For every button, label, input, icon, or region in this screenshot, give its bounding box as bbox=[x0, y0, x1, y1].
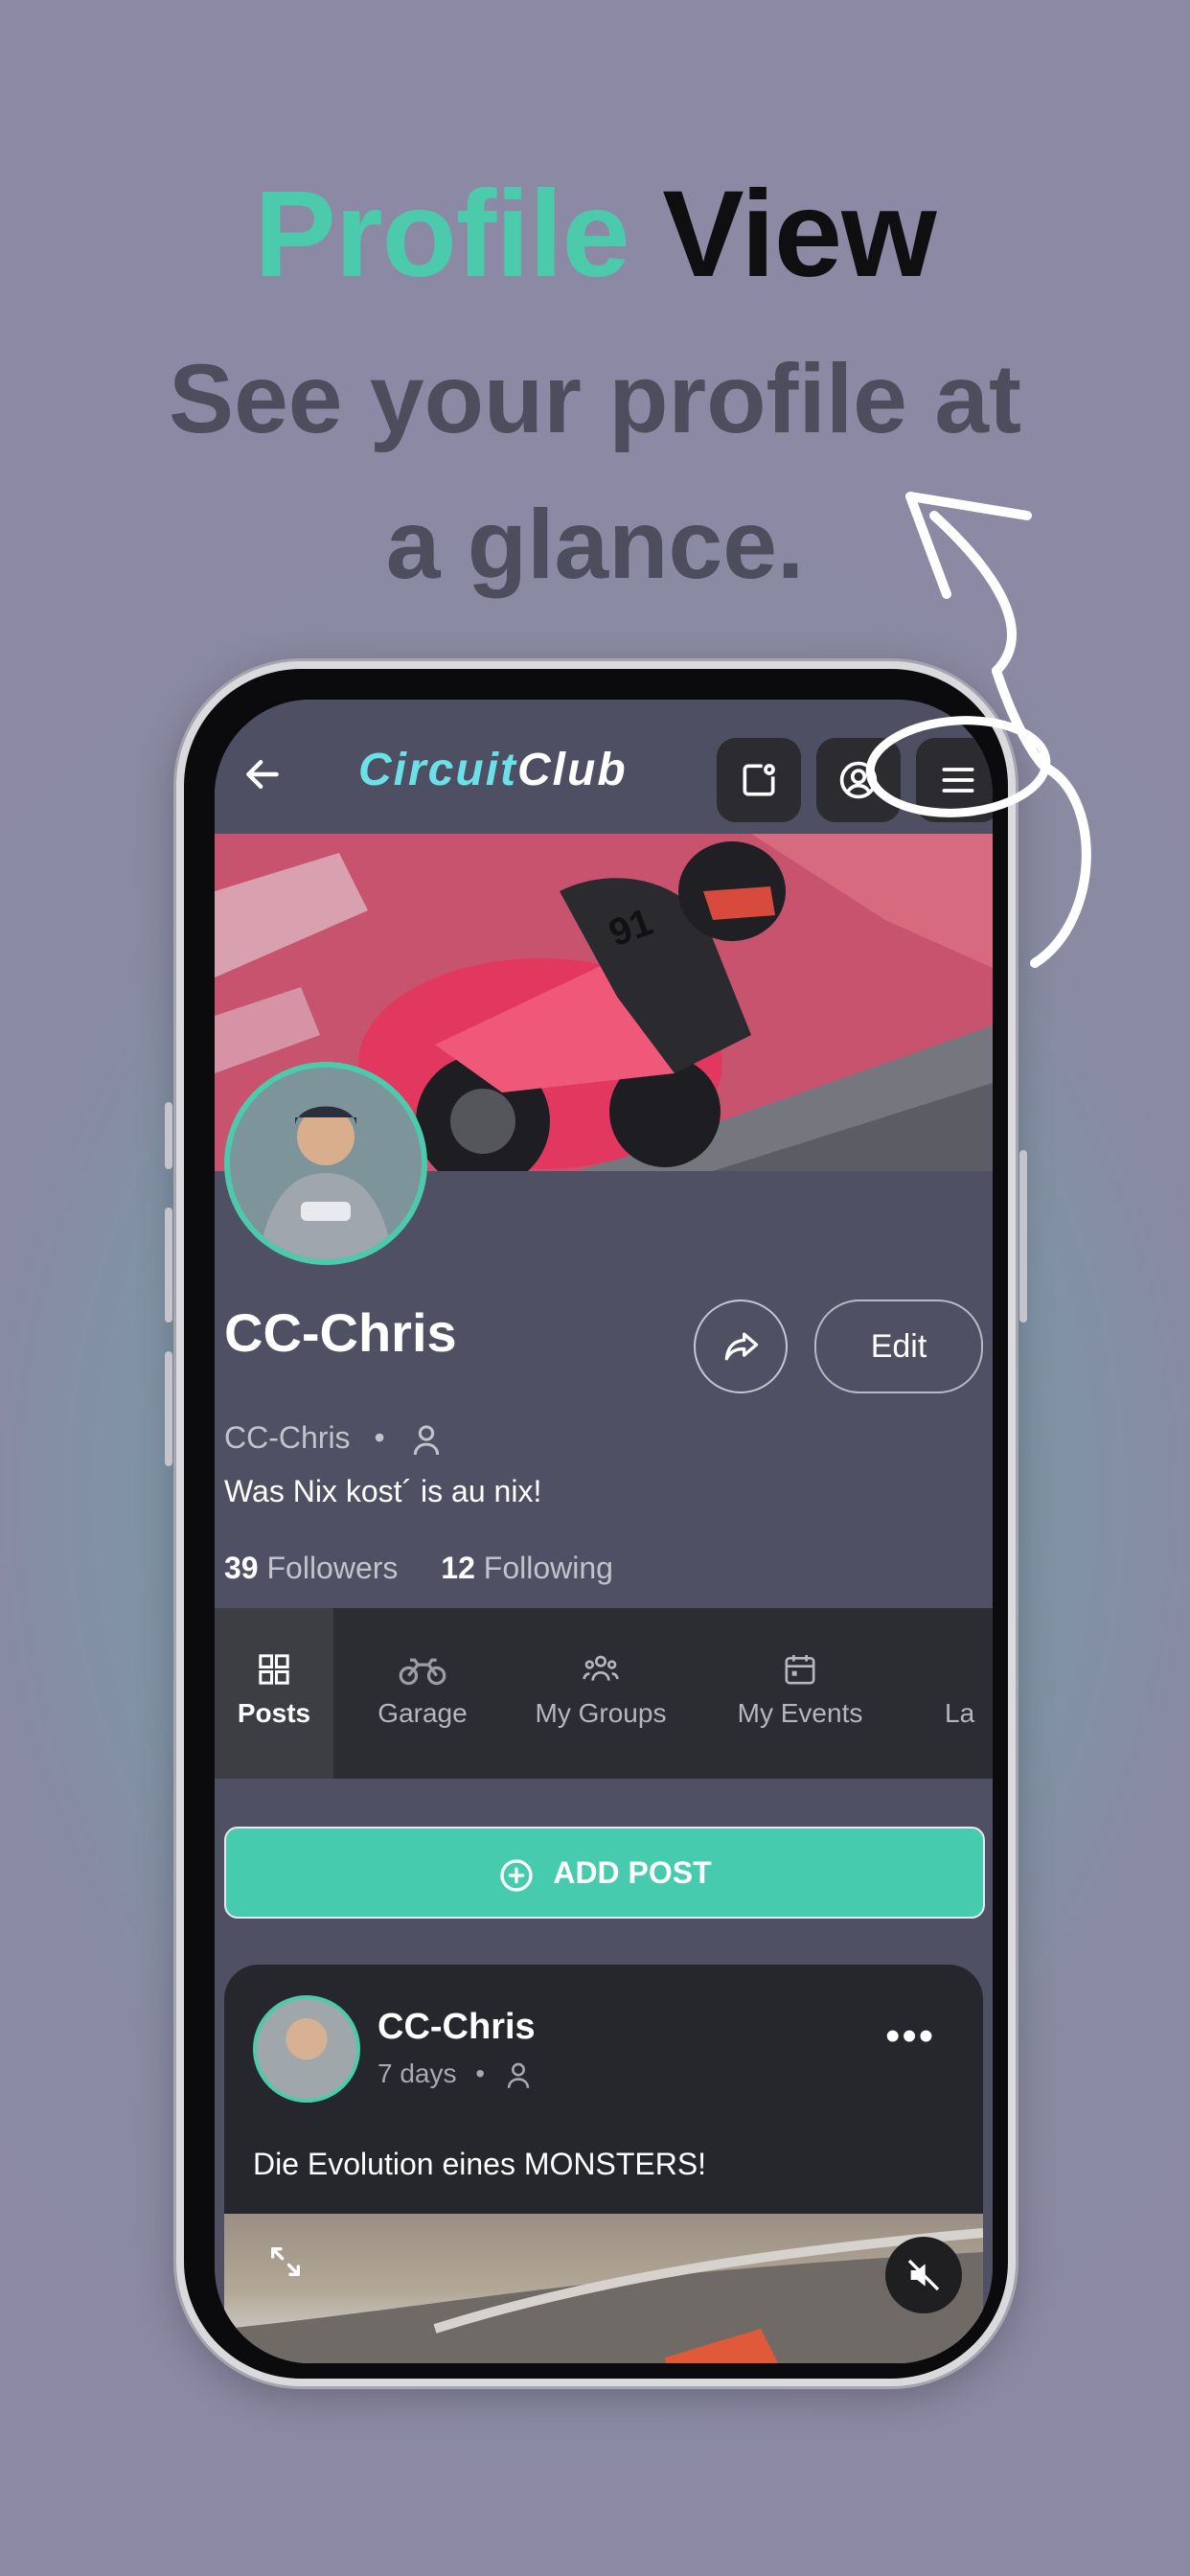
post-card: CC-Chris 7 days • ••• Die Evolution eine… bbox=[224, 1965, 983, 2363]
more-options-icon[interactable]: ••• bbox=[885, 2015, 935, 2058]
share-icon bbox=[724, 1332, 759, 1361]
promo-title-accent: Profile bbox=[254, 166, 629, 303]
tab-my-events[interactable]: My Events bbox=[719, 1608, 881, 1779]
back-arrow-icon[interactable] bbox=[226, 738, 299, 811]
post-separator-dot: • bbox=[475, 2058, 486, 2088]
person-icon bbox=[413, 1424, 439, 1455]
promo-subtitle-line1: See your profile at bbox=[169, 344, 1021, 453]
tab-partial[interactable]: La bbox=[945, 1608, 993, 1779]
logo-club: Club bbox=[517, 745, 628, 795]
profile-stats: 39 Followers 12 Following bbox=[224, 1551, 613, 1586]
person-icon bbox=[507, 2062, 530, 2088]
following-link[interactable]: 12 Following bbox=[441, 1551, 613, 1585]
expand-icon[interactable] bbox=[266, 2242, 305, 2286]
account-button[interactable] bbox=[816, 738, 901, 822]
menu-icon bbox=[942, 768, 974, 793]
tab-my-events-label: My Events bbox=[737, 1698, 863, 1728]
add-content-icon bbox=[743, 764, 775, 796]
phone-bezel: CircuitClub 91 CC-Chris Edit CC-Chris • … bbox=[184, 669, 1008, 2379]
phone-volume-up-button bbox=[165, 1208, 172, 1322]
profile-avatar-image bbox=[230, 1068, 422, 1259]
promo-title: Profile View bbox=[0, 168, 1190, 302]
app-logo: CircuitClub bbox=[358, 744, 628, 796]
promo-title-rest: View bbox=[662, 166, 936, 303]
post-author-avatar[interactable] bbox=[253, 1995, 360, 2103]
post-video-frame bbox=[224, 2228, 983, 2363]
add-content-button[interactable] bbox=[717, 738, 801, 822]
account-icon bbox=[839, 761, 878, 799]
profile-tabs: Posts Garage My Groups My Events La bbox=[215, 1608, 993, 1779]
grid-icon bbox=[259, 1654, 289, 1685]
top-bar: CircuitClub bbox=[215, 700, 993, 834]
profile-name: CC-Chris bbox=[224, 1302, 457, 1363]
add-post-button[interactable]: ADD POST bbox=[224, 1827, 985, 1919]
phone-volume-down-button bbox=[165, 1351, 172, 1466]
tab-my-groups-label: My Groups bbox=[535, 1698, 667, 1728]
phone-power-button bbox=[1019, 1150, 1027, 1322]
post-text: Die Evolution eines MONSTERS! bbox=[253, 2147, 707, 2181]
logo-circuit: Circuit bbox=[358, 745, 518, 795]
edit-profile-button[interactable]: Edit bbox=[814, 1300, 983, 1393]
following-label: Following bbox=[483, 1551, 613, 1585]
groups-icon bbox=[583, 1655, 619, 1681]
tab-posts[interactable]: Posts bbox=[215, 1608, 333, 1779]
phone-side-button bbox=[165, 1102, 172, 1169]
phone-frame: CircuitClub 91 CC-Chris Edit CC-Chris • … bbox=[165, 661, 1027, 2386]
calendar-icon bbox=[785, 1655, 815, 1685]
followers-count: 39 bbox=[224, 1551, 259, 1585]
followers-label: Followers bbox=[266, 1551, 399, 1585]
post-meta: 7 days • bbox=[378, 2058, 535, 2092]
profile-handle-row: CC-Chris • bbox=[224, 1420, 446, 1460]
tab-partial-icon-placeholder bbox=[954, 1650, 993, 1689]
post-time: 7 days bbox=[378, 2058, 457, 2088]
profile-avatar[interactable] bbox=[224, 1062, 427, 1265]
post-author-name[interactable]: CC-Chris bbox=[378, 2007, 536, 2048]
app-screen: CircuitClub 91 CC-Chris Edit CC-Chris • … bbox=[215, 700, 993, 2363]
followers-link[interactable]: 39 Followers bbox=[224, 1551, 398, 1585]
tab-garage-label: Garage bbox=[378, 1698, 468, 1728]
menu-button[interactable] bbox=[916, 738, 993, 822]
speaker-muted-icon bbox=[907, 2259, 940, 2291]
tab-my-groups[interactable]: My Groups bbox=[519, 1608, 682, 1779]
mute-button[interactable] bbox=[885, 2237, 962, 2313]
add-post-label: ADD POST bbox=[553, 1855, 712, 1890]
plus-circle-icon bbox=[500, 1858, 533, 1892]
profile-bio: Was Nix kost´ is au nix! bbox=[224, 1474, 542, 1508]
profile-handle: CC-Chris bbox=[224, 1420, 351, 1455]
tab-partial-label: La bbox=[945, 1698, 975, 1728]
tab-garage[interactable]: Garage bbox=[360, 1608, 485, 1779]
post-video[interactable] bbox=[224, 2214, 983, 2363]
promo-subtitle: See your profile at a glance. bbox=[0, 326, 1190, 617]
tab-posts-label: Posts bbox=[237, 1698, 311, 1728]
motorcycle-icon bbox=[399, 1658, 446, 1686]
promo-subtitle-line2: a glance. bbox=[385, 490, 805, 599]
separator-dot: • bbox=[374, 1420, 385, 1455]
following-count: 12 bbox=[441, 1551, 475, 1585]
share-profile-button[interactable] bbox=[694, 1300, 788, 1393]
